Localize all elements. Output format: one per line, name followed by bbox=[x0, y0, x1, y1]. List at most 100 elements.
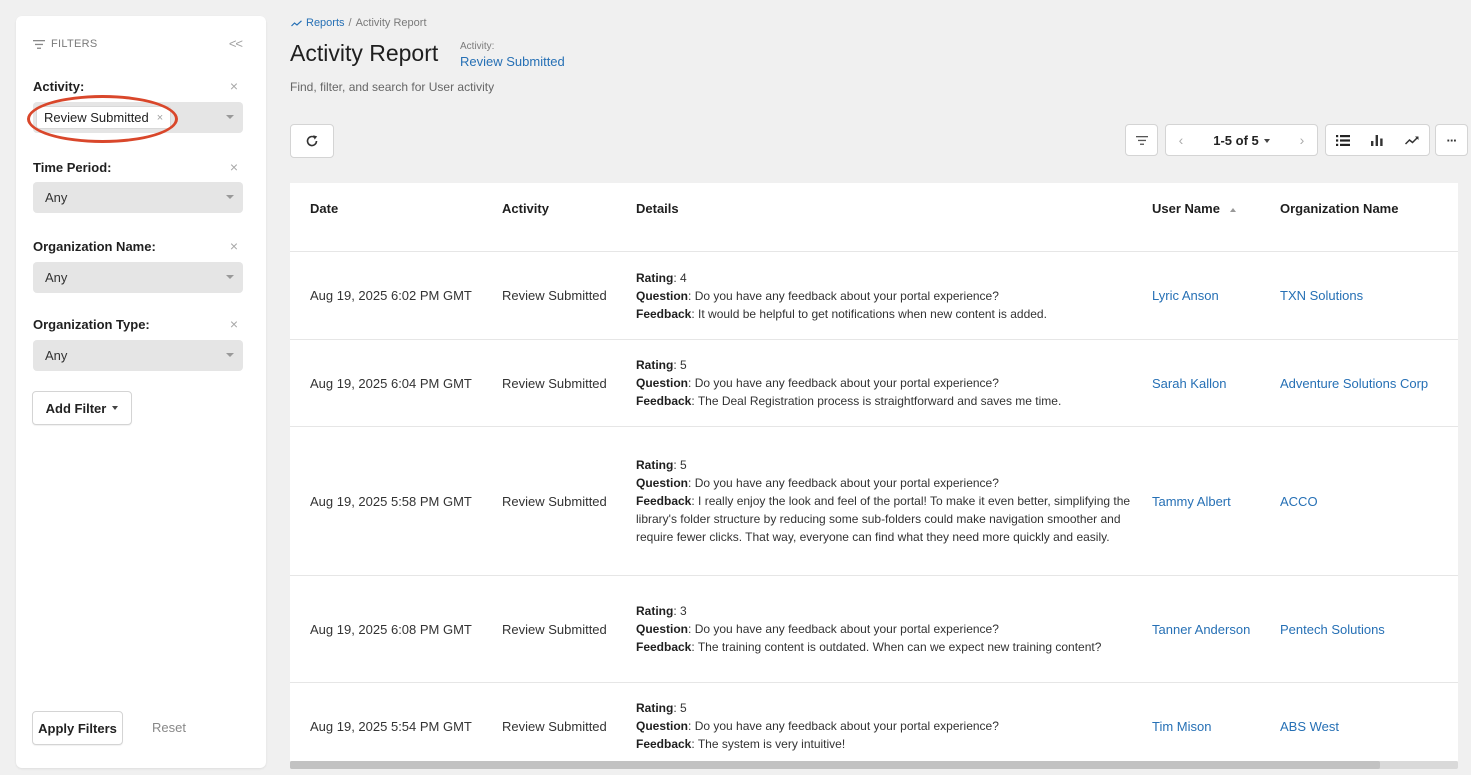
add-filter-button[interactable]: Add Filter bbox=[32, 391, 132, 425]
view-toggle-group bbox=[1325, 124, 1430, 156]
question-label: Question bbox=[636, 288, 689, 303]
chevron-down-icon bbox=[112, 406, 119, 410]
table-row[interactable]: Aug 19, 2025 6:04 PM GMT Review Submitte… bbox=[290, 340, 1458, 427]
apply-filters-button[interactable]: Apply Filters bbox=[32, 711, 123, 745]
row-org-link[interactable]: Pentech Solutions bbox=[1280, 576, 1385, 682]
row-user-link[interactable]: Sarah Kallon bbox=[1152, 340, 1226, 426]
activity-filter-remove-icon[interactable]: × bbox=[230, 78, 238, 94]
breadcrumb-current: Activity Report bbox=[355, 17, 427, 29]
org-type-filter-remove-icon[interactable]: × bbox=[230, 316, 238, 332]
row-user-link[interactable]: Tim Mison bbox=[1152, 683, 1211, 761]
question-value: Do you have any feedback about your port… bbox=[694, 476, 999, 490]
rating-label: Rating bbox=[636, 604, 674, 618]
pagination: ‹ 1-5 of 5 › bbox=[1165, 124, 1318, 156]
row-date: Aug 19, 2025 6:04 PM GMT bbox=[310, 375, 472, 391]
question-label: Question bbox=[636, 622, 689, 636]
row-user-link[interactable]: Tanner Anderson bbox=[1152, 576, 1250, 682]
sort-asc-icon bbox=[1229, 207, 1236, 212]
row-activity: Review Submitted bbox=[502, 718, 607, 734]
org-name-filter-label: Organization Name: bbox=[33, 239, 156, 254]
refresh-icon bbox=[306, 135, 318, 147]
rating-value: 5 bbox=[680, 458, 687, 472]
row-user-link[interactable]: Tammy Albert bbox=[1152, 427, 1231, 575]
chevron-down-icon bbox=[226, 353, 234, 357]
row-date: Aug 19, 2025 5:54 PM GMT bbox=[310, 718, 472, 734]
row-user-link[interactable]: Lyric Anson bbox=[1152, 252, 1219, 339]
trend-view-button[interactable] bbox=[1395, 125, 1429, 155]
row-details: Rating: 3 Question: Do you have any feed… bbox=[636, 604, 1102, 654]
feedback-label: Feedback bbox=[636, 737, 692, 751]
feedback-value: The training content is outdated. When c… bbox=[697, 640, 1102, 654]
more-options-button[interactable]: ··· bbox=[1435, 124, 1468, 156]
filters-header: FILTERS bbox=[33, 38, 98, 50]
list-view-button[interactable] bbox=[1326, 125, 1360, 155]
row-date: Aug 19, 2025 6:02 PM GMT bbox=[310, 288, 472, 303]
column-user-name[interactable]: User Name bbox=[1152, 201, 1236, 216]
page-range-label: 1-5 of 5 bbox=[1213, 132, 1259, 148]
column-org-name[interactable]: Organization Name bbox=[1280, 201, 1398, 216]
bar-chart-view-button[interactable] bbox=[1360, 125, 1394, 155]
next-page-button[interactable]: › bbox=[1287, 132, 1317, 148]
activity-filter-select[interactable]: Review Submitted × bbox=[33, 102, 243, 133]
time-period-value: Any bbox=[45, 190, 68, 205]
time-period-select[interactable]: Any bbox=[33, 182, 243, 213]
collapse-sidebar-button[interactable]: << bbox=[229, 36, 243, 51]
filter-lines-icon bbox=[33, 39, 45, 49]
column-details[interactable]: Details bbox=[636, 201, 679, 216]
question-value: Do you have any feedback about your port… bbox=[694, 622, 999, 636]
question-label: Question bbox=[636, 476, 689, 490]
org-name-filter-remove-icon[interactable]: × bbox=[230, 238, 238, 254]
org-name-select[interactable]: Any bbox=[33, 262, 243, 293]
row-activity: Review Submitted bbox=[502, 621, 607, 637]
activity-filter-label: Activity: bbox=[33, 79, 85, 94]
reset-button[interactable]: Reset bbox=[152, 720, 186, 735]
feedback-label: Feedback bbox=[636, 306, 692, 321]
trend-icon bbox=[291, 19, 302, 26]
time-period-filter-remove-icon[interactable]: × bbox=[230, 159, 238, 175]
scrollbar-thumb[interactable] bbox=[290, 761, 1380, 769]
bar-chart-icon bbox=[1371, 134, 1384, 146]
table-row[interactable]: Aug 19, 2025 5:54 PM GMT Review Submitte… bbox=[290, 683, 1458, 761]
row-org-link[interactable]: Adventure Solutions Corp bbox=[1280, 340, 1428, 426]
breadcrumb-reports-link[interactable]: Reports bbox=[306, 17, 345, 29]
rating-value: 5 bbox=[680, 701, 687, 715]
chevron-down-icon bbox=[1263, 139, 1270, 144]
filters-title: FILTERS bbox=[51, 38, 98, 50]
column-activity[interactable]: Activity bbox=[502, 201, 549, 216]
filter-toggle-button[interactable] bbox=[1125, 124, 1158, 156]
table-header: Date Activity Details User Name Organiza… bbox=[290, 183, 1458, 252]
filter-lines-icon bbox=[1135, 135, 1148, 145]
chip-remove-icon[interactable]: × bbox=[157, 112, 163, 124]
refresh-button[interactable] bbox=[290, 124, 334, 158]
page-description: Find, filter, and search for User activi… bbox=[290, 80, 495, 94]
prev-page-button[interactable]: ‹ bbox=[1166, 132, 1196, 148]
activity-chip-label: Review Submitted bbox=[44, 110, 149, 125]
feedback-value: The system is very intuitive! bbox=[697, 737, 846, 751]
org-type-select[interactable]: Any bbox=[33, 340, 243, 371]
rating-value: 4 bbox=[680, 270, 687, 285]
row-org-link[interactable]: ABS West bbox=[1280, 683, 1339, 761]
feedback-label: Feedback bbox=[636, 494, 692, 508]
rating-label: Rating bbox=[636, 270, 674, 285]
activity-chip: Review Submitted × bbox=[36, 106, 172, 129]
org-name-value: Any bbox=[45, 270, 68, 285]
row-date: Aug 19, 2025 6:08 PM GMT bbox=[310, 621, 472, 637]
table-row[interactable]: Aug 19, 2025 5:58 PM GMT Review Submitte… bbox=[290, 427, 1458, 576]
time-period-filter-label: Time Period: bbox=[33, 160, 112, 175]
table-row[interactable]: Aug 19, 2025 6:02 PM GMT Review Submitte… bbox=[290, 252, 1458, 340]
trend-icon bbox=[1404, 135, 1419, 145]
horizontal-scrollbar[interactable] bbox=[290, 761, 1458, 769]
chevron-down-icon bbox=[226, 195, 234, 199]
subtitle-activity-link[interactable]: Review Submitted bbox=[460, 54, 565, 69]
column-date[interactable]: Date bbox=[310, 201, 338, 216]
row-org-link[interactable]: TXN Solutions bbox=[1280, 252, 1363, 339]
feedback-value: The Deal Registration process is straigh… bbox=[697, 394, 1062, 408]
feedback-value: I really enjoy the look and feel of the … bbox=[636, 494, 1131, 544]
org-type-filter-label: Organization Type: bbox=[33, 317, 150, 332]
rating-value: 5 bbox=[680, 358, 687, 372]
rating-label: Rating bbox=[636, 358, 674, 372]
row-org-link[interactable]: ACCO bbox=[1280, 427, 1318, 575]
page-range-dropdown[interactable]: 1-5 of 5 bbox=[1196, 133, 1287, 148]
filters-sidebar: FILTERS << Activity: × Review Submitted … bbox=[16, 16, 266, 768]
table-row[interactable]: Aug 19, 2025 6:08 PM GMT Review Submitte… bbox=[290, 576, 1458, 683]
